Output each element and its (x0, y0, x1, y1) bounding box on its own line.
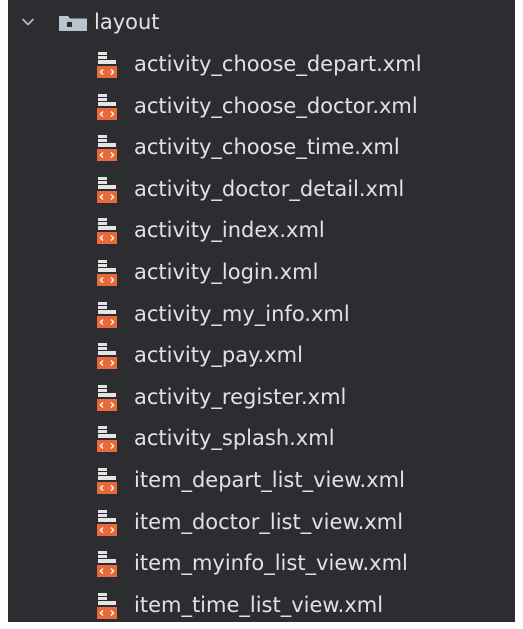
file-item-6[interactable]: activity_login.xml (8, 252, 515, 294)
folder-row-layout[interactable]: layout (8, 2, 515, 42)
file-name: activity_my_info.xml (134, 301, 350, 326)
xml-layout-file-icon (97, 551, 117, 578)
file-name: item_depart_list_view.xml (134, 467, 405, 492)
file-name: activity_pay.xml (134, 343, 303, 368)
file-item-8[interactable]: activity_pay.xml (8, 335, 515, 377)
file-list: activity_choose_depart.xml activity_choo… (8, 44, 515, 626)
xml-layout-file-icon (97, 218, 117, 245)
xml-layout-file-icon (97, 384, 117, 411)
file-item-10[interactable]: activity_splash.xml (8, 418, 515, 460)
file-name: item_myinfo_list_view.xml (134, 551, 408, 576)
xml-layout-file-icon (97, 592, 117, 619)
file-item-12[interactable]: item_doctor_list_view.xml (8, 502, 515, 544)
xml-layout-file-icon (97, 259, 117, 286)
project-tree-panel: layout activity_choose_depart.xml activi… (8, 0, 515, 622)
file-item-7[interactable]: activity_my_info.xml (8, 294, 515, 336)
xml-layout-file-icon (97, 301, 117, 328)
file-name: item_doctor_list_view.xml (134, 509, 404, 534)
file-name: activity_choose_doctor.xml (134, 93, 418, 118)
file-item-3[interactable]: activity_choose_time.xml (8, 127, 515, 169)
file-item-5[interactable]: activity_index.xml (8, 210, 515, 252)
file-name: item_time_list_view.xml (134, 592, 384, 617)
xml-layout-file-icon (97, 509, 117, 536)
xml-layout-file-icon (97, 176, 117, 203)
file-name: activity_index.xml (134, 218, 325, 243)
file-item-2[interactable]: activity_choose_doctor.xml (8, 86, 515, 128)
xml-layout-file-icon (97, 135, 117, 162)
xml-layout-file-icon (97, 343, 117, 370)
xml-layout-file-icon (97, 52, 117, 78)
file-name: activity_splash.xml (134, 426, 335, 451)
file-item-13[interactable]: item_myinfo_list_view.xml (8, 543, 515, 585)
file-item-14[interactable]: item_time_list_view.xml (8, 585, 515, 627)
file-name: activity_login.xml (134, 259, 319, 284)
file-name: activity_doctor_detail.xml (134, 176, 405, 201)
file-item-11[interactable]: item_depart_list_view.xml (8, 460, 515, 502)
file-item-1[interactable]: activity_choose_depart.xml (8, 44, 515, 86)
xml-layout-file-icon (97, 467, 117, 494)
xml-layout-file-icon (97, 93, 117, 120)
file-name: activity_register.xml (134, 384, 347, 409)
folder-icon (59, 16, 87, 31)
file-item-9[interactable]: activity_register.xml (8, 377, 515, 419)
chevron-down-icon[interactable] (20, 14, 36, 30)
file-name: activity_choose_depart.xml (134, 52, 422, 76)
file-name: activity_choose_time.xml (134, 135, 400, 160)
xml-layout-file-icon (97, 426, 117, 453)
folder-label: layout (94, 10, 160, 34)
file-item-4[interactable]: activity_doctor_detail.xml (8, 169, 515, 211)
